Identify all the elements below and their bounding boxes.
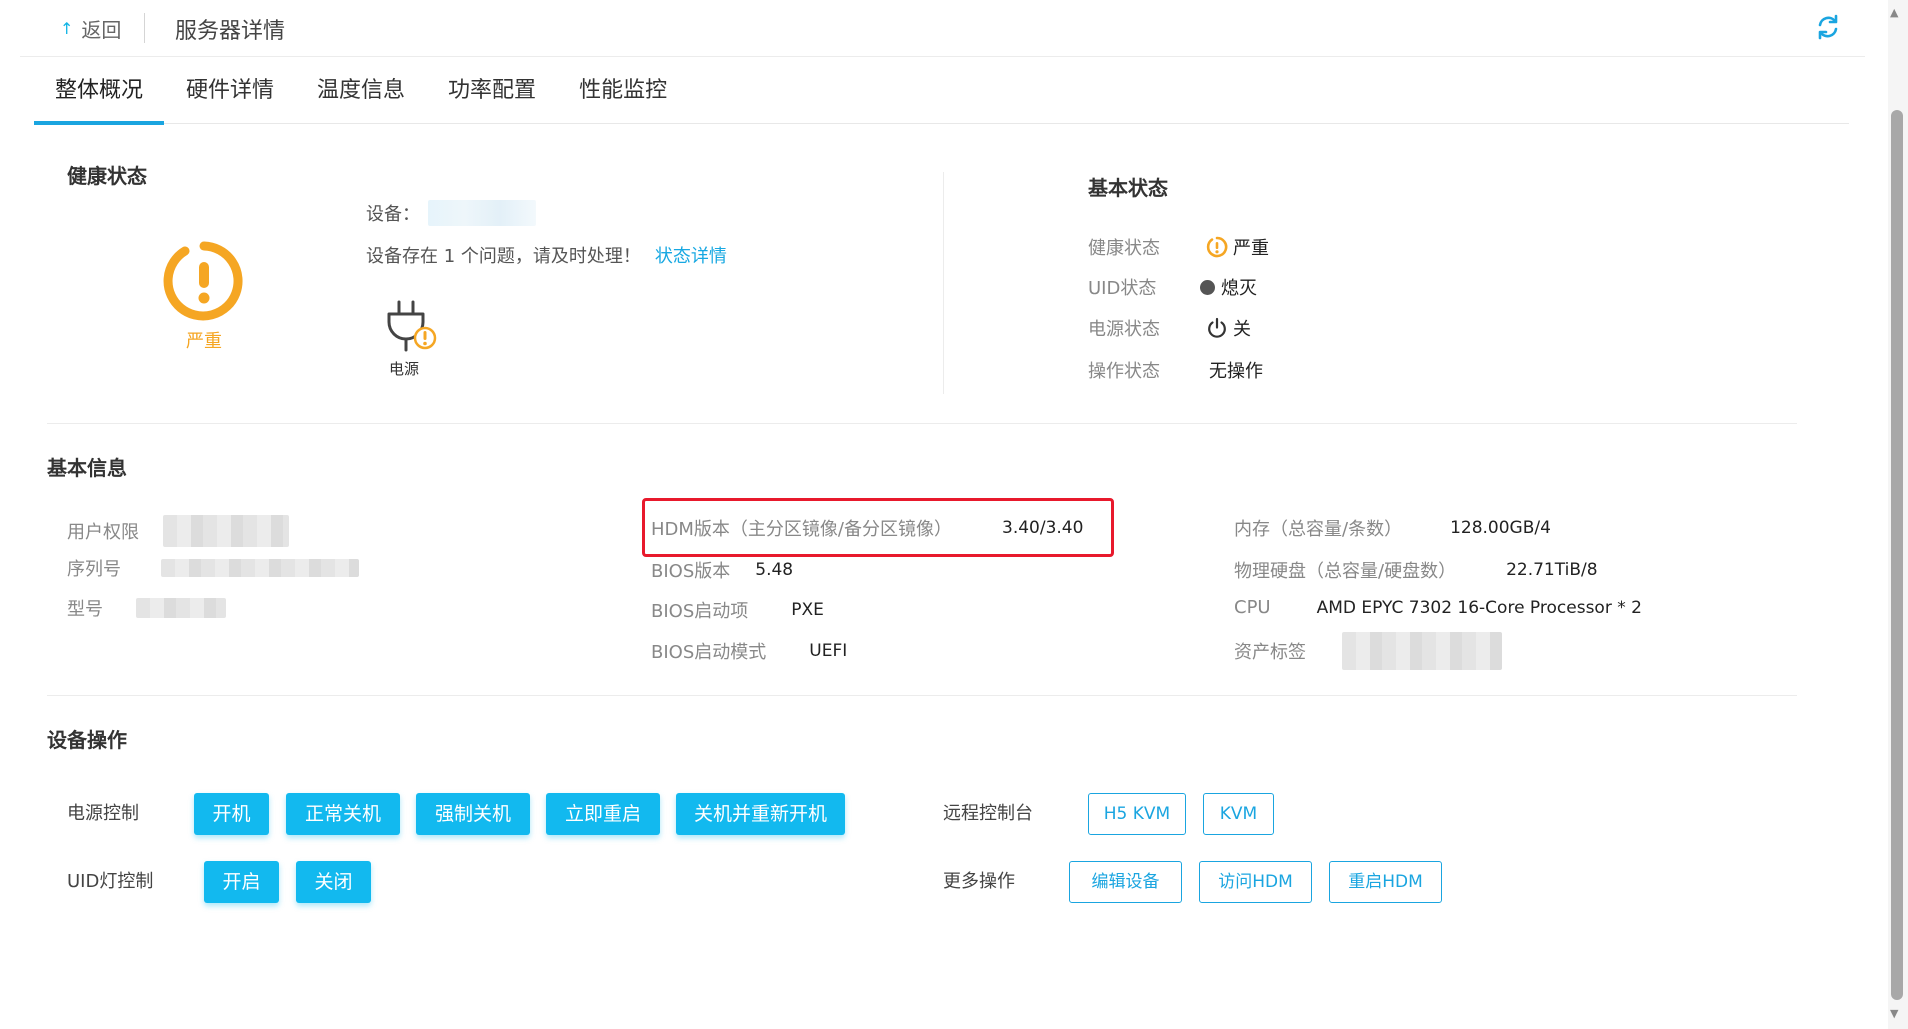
info-value: UEFI xyxy=(809,641,848,661)
kvm-button[interactable]: KVM xyxy=(1203,793,1274,835)
more-operations-label: 更多操作 xyxy=(943,871,1015,892)
tab-performance[interactable]: 性能监控 xyxy=(558,58,688,124)
basic-status-title: 基本状态 xyxy=(1088,176,1168,200)
scroll-up-arrow-icon[interactable]: ▲ xyxy=(1890,6,1898,19)
uid-on-button[interactable]: 开启 xyxy=(204,861,279,903)
info-row-memory: 内存（总容量/条数） 128.00GB/4 xyxy=(1234,515,1551,541)
info-key: BIOS启动模式 xyxy=(651,642,767,663)
status-key: 操作状态 xyxy=(1088,361,1160,382)
info-key: CPU xyxy=(1234,597,1271,618)
restart-hdm-button[interactable]: 重启HDM xyxy=(1329,861,1442,903)
tab-temperature[interactable]: 温度信息 xyxy=(296,58,426,124)
severity-label: 严重 xyxy=(186,331,222,352)
info-value: AMD EPYC 7302 16-Core Processor * 2 xyxy=(1316,597,1642,618)
vertical-divider xyxy=(943,172,944,394)
device-name-redacted xyxy=(428,200,536,226)
status-row-uid: UID状态 熄灭 xyxy=(1088,274,1257,300)
basic-info-title: 基本信息 xyxy=(47,456,127,480)
page-title: 服务器详情 xyxy=(175,19,286,44)
scrollbar-thumb[interactable] xyxy=(1891,110,1903,1000)
redacted-value xyxy=(1342,632,1502,670)
redacted-value xyxy=(161,559,359,577)
info-key: 资产标签 xyxy=(1234,642,1306,663)
info-value: 22.71TiB/8 xyxy=(1506,560,1598,580)
power-on-button[interactable]: 开机 xyxy=(194,793,269,835)
page-header: ↑ 返回 服务器详情 xyxy=(20,0,1865,57)
status-row-operation: 操作状态 无操作 xyxy=(1088,357,1263,383)
power-cycle-button[interactable]: 关机并重新开机 xyxy=(676,793,845,835)
back-arrow-icon: ↑ xyxy=(60,19,74,38)
status-detail-link[interactable]: 状态详情 xyxy=(655,246,727,267)
dot-icon xyxy=(1200,279,1215,295)
status-value: 严重 xyxy=(1206,234,1269,260)
redacted-value xyxy=(136,598,226,618)
h5-kvm-button[interactable]: H5 KVM xyxy=(1088,793,1186,835)
section-divider xyxy=(47,695,1797,696)
info-row-bios-mode: BIOS启动模式 UEFI xyxy=(651,638,847,664)
refresh-icon[interactable] xyxy=(1813,12,1843,42)
info-key: BIOS版本 xyxy=(651,561,731,582)
issue-text: 设备存在 1 个问题，请及时处理！ xyxy=(366,246,641,267)
edit-device-button[interactable]: 编辑设备 xyxy=(1069,861,1182,903)
info-value: 128.00GB/4 xyxy=(1450,518,1551,538)
info-row-bios-version: BIOS版本 5.48 xyxy=(651,557,793,583)
info-row-disk: 物理硬盘（总容量/硬盘数） 22.71TiB/8 xyxy=(1234,557,1598,583)
header-divider xyxy=(144,13,145,43)
health-section-title: 健康状态 xyxy=(67,164,147,188)
status-value-text: 关 xyxy=(1233,319,1251,340)
restart-now-button[interactable]: 立即重启 xyxy=(546,793,660,835)
uid-control-label: UID灯控制 xyxy=(67,871,154,892)
info-row-cpu: CPU AMD EPYC 7302 16-Core Processor * 2 xyxy=(1234,597,1642,618)
status-value: 关 xyxy=(1206,315,1251,341)
uid-off-button[interactable]: 关闭 xyxy=(296,861,371,903)
info-row-asset-tag: 资产标签 xyxy=(1234,632,1502,670)
info-key: 物理硬盘（总容量/硬盘数） xyxy=(1234,561,1457,582)
normal-shutdown-button[interactable]: 正常关机 xyxy=(286,793,400,835)
info-value: 5.48 xyxy=(755,560,794,580)
section-divider xyxy=(47,423,1797,424)
warning-icon xyxy=(1206,236,1228,258)
device-label: 设备： xyxy=(366,204,420,225)
force-shutdown-button[interactable]: 强制关机 xyxy=(416,793,530,835)
scroll-down-arrow-icon[interactable]: ▼ xyxy=(1890,1007,1898,1020)
tab-hardware[interactable]: 硬件详情 xyxy=(165,58,295,124)
status-value-text: 熄灭 xyxy=(1221,278,1257,299)
power-icon xyxy=(1208,317,1226,338)
info-value: PXE xyxy=(791,600,824,620)
visit-hdm-button[interactable]: 访问HDM xyxy=(1199,861,1312,903)
info-row-bios-boot: BIOS启动项 PXE xyxy=(651,597,824,623)
status-key: 电源状态 xyxy=(1088,319,1160,340)
status-key: UID状态 xyxy=(1088,278,1157,299)
power-control-label: 电源控制 xyxy=(67,803,139,824)
redacted-value xyxy=(163,515,289,547)
status-value-text: 严重 xyxy=(1233,238,1269,259)
info-key: 序列号 xyxy=(67,559,121,580)
info-key: 内存（总容量/条数） xyxy=(1234,519,1403,540)
info-key: 型号 xyxy=(67,599,103,620)
info-row-serial: 序列号 xyxy=(67,555,359,581)
back-button[interactable]: ↑ 返回 xyxy=(60,14,121,43)
highlight-box xyxy=(642,498,1114,557)
back-label: 返回 xyxy=(81,18,122,42)
power-component-label: 电源 xyxy=(389,360,420,378)
status-value: 熄灭 xyxy=(1200,274,1257,300)
operations-title: 设备操作 xyxy=(47,728,127,752)
status-row-power: 电源状态 关 xyxy=(1088,315,1251,341)
severity-warning-icon xyxy=(163,241,243,321)
device-row: 设备： xyxy=(366,200,536,226)
status-value-text: 无操作 xyxy=(1209,361,1263,382)
info-row-model: 型号 xyxy=(67,595,226,621)
tab-power-config[interactable]: 功率配置 xyxy=(427,58,557,124)
power-plug-icon[interactable] xyxy=(383,298,439,354)
issue-row: 设备存在 1 个问题，请及时处理！ 状态详情 xyxy=(366,242,727,268)
info-key: BIOS启动项 xyxy=(651,601,749,622)
tab-bar: 整体概况 硬件详情 温度信息 功率配置 性能监控 xyxy=(34,58,1849,125)
status-row-health: 健康状态 严重 xyxy=(1088,234,1269,260)
info-row-permission: 用户权限 xyxy=(67,515,289,547)
tab-overview[interactable]: 整体概况 xyxy=(34,58,165,125)
info-key: 用户权限 xyxy=(67,522,139,543)
status-key: 健康状态 xyxy=(1088,238,1160,259)
remote-console-label: 远程控制台 xyxy=(943,803,1033,824)
